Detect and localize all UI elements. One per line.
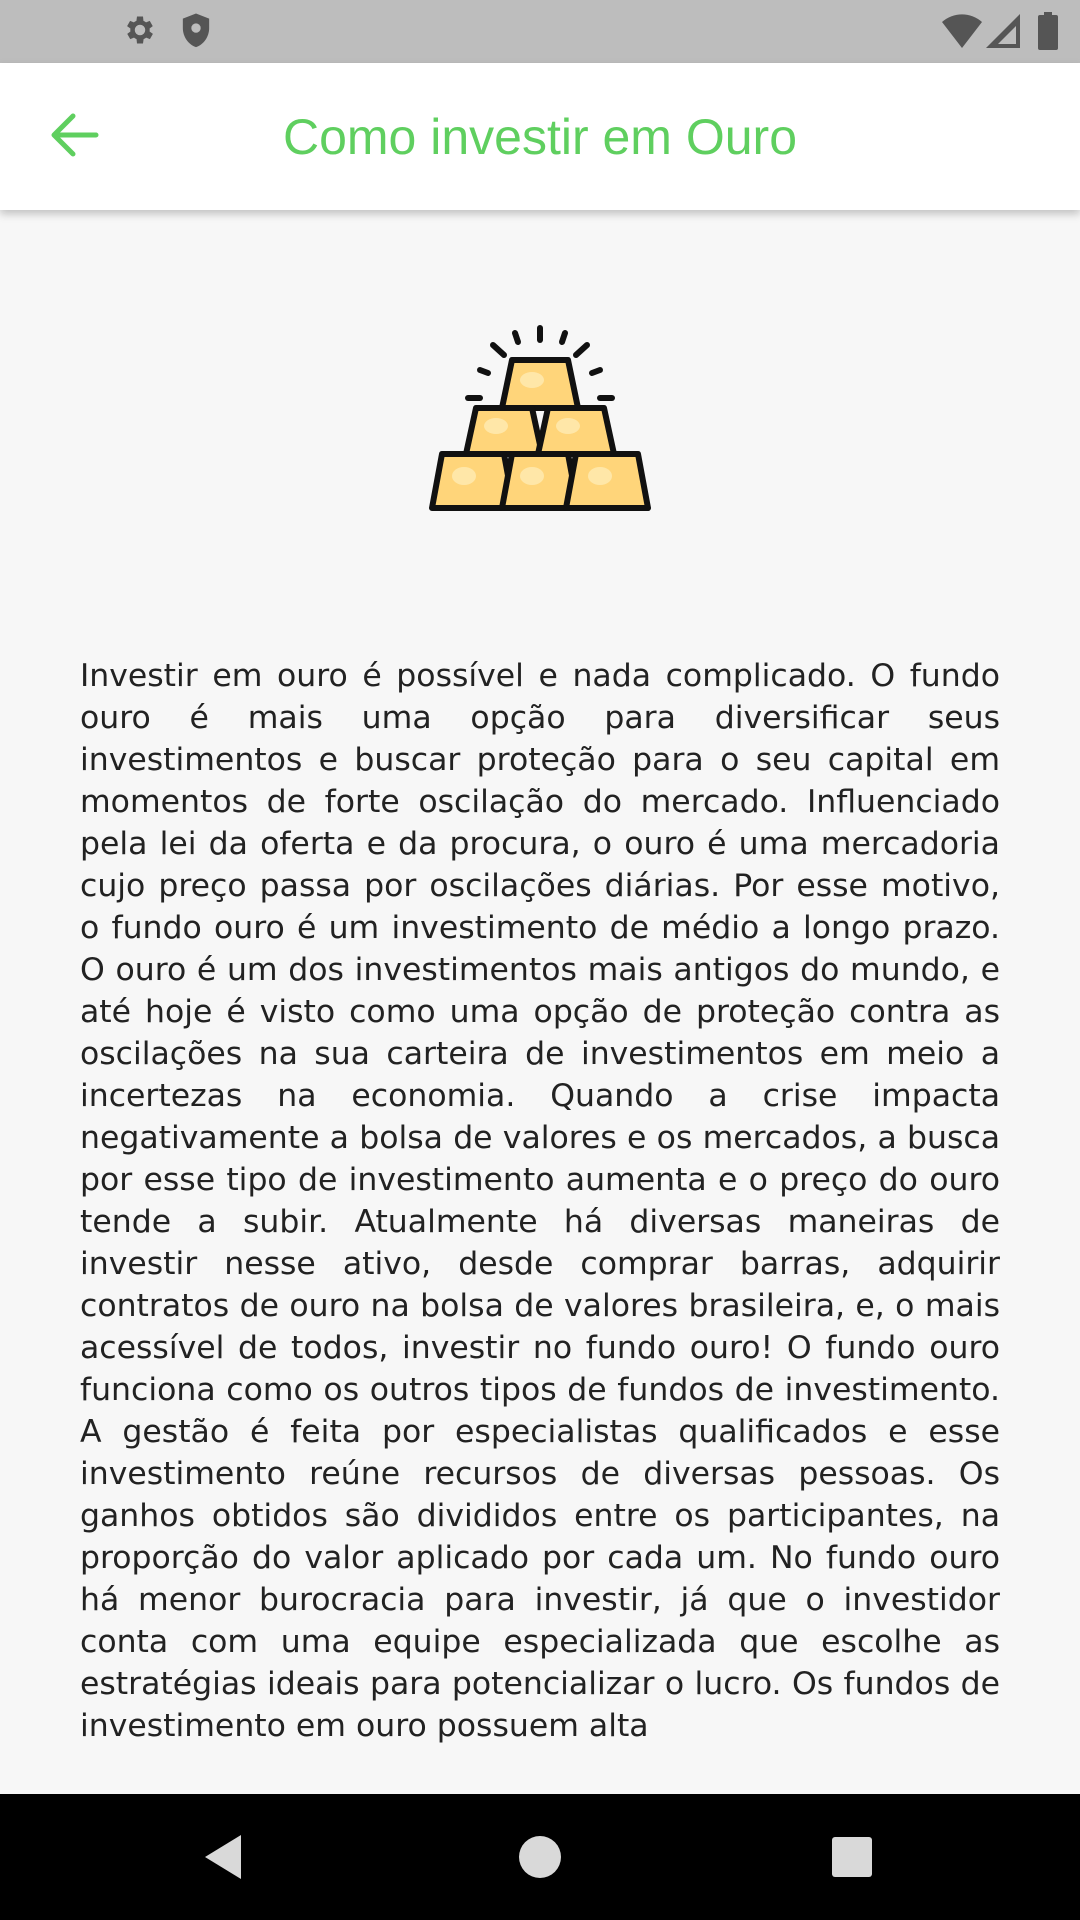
- app-bar: Como investir em Ouro: [0, 63, 1080, 210]
- battery-icon: [1038, 12, 1058, 55]
- wifi-icon: [942, 14, 982, 53]
- article-body: Investir em ouro é possível e nada compl…: [80, 658, 1000, 1744]
- navigation-bar: [0, 1794, 1080, 1920]
- back-button[interactable]: [30, 93, 118, 181]
- gold-bars-icon: [400, 320, 680, 540]
- recents-square-icon[interactable]: [822, 1827, 882, 1887]
- arrow-left-icon: [49, 113, 99, 162]
- gear-icon: [122, 12, 158, 53]
- back-triangle-icon[interactable]: [195, 1827, 255, 1887]
- article-content[interactable]: Investir em ouro é possível e nada compl…: [0, 210, 1080, 1794]
- status-bar: [0, 0, 1080, 63]
- home-circle-icon[interactable]: [510, 1827, 570, 1887]
- shield-icon: [178, 12, 214, 55]
- signal-icon: [986, 14, 1020, 53]
- page-title: Como investir em Ouro: [282, 108, 798, 165]
